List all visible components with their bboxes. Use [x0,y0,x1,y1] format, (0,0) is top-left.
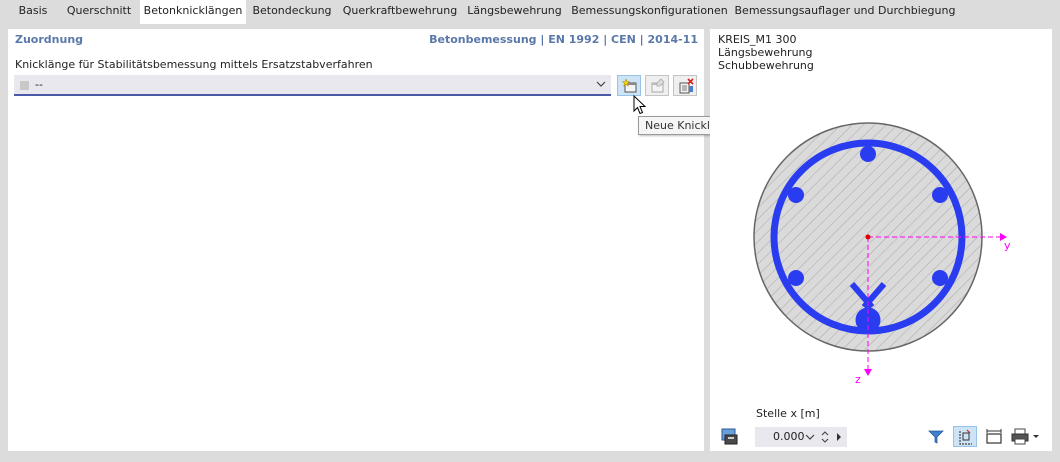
rebar-6 [788,187,804,203]
design-standard-label: Betonbemessung | EN 1992 | CEN | 2014-11 [429,33,698,46]
new-item-icon [621,78,637,93]
rebar-2 [932,187,948,203]
next-location-icon[interactable] [835,432,843,442]
color-swatch [20,81,29,90]
print-button[interactable] [1008,426,1044,447]
numbering-icon [959,429,972,445]
rebar-5 [788,270,804,286]
rebar-3 [932,270,948,286]
rebar-1 [860,146,876,162]
printer-icon [1011,428,1039,445]
assignment-panel: Zuordnung Betonbemessung | EN 1992 | CEN… [8,29,817,451]
chevron-down-icon[interactable] [805,432,815,442]
section-title: Zuordnung [15,33,84,46]
section-export-icon [721,428,738,445]
tab-betondeckung[interactable]: Betondeckung [246,0,338,22]
show-numbering-button[interactable] [953,426,977,447]
filter-button[interactable] [924,426,948,447]
spinner-icon[interactable] [821,429,829,445]
location-input[interactable]: 0.000 [755,427,847,447]
buckling-length-label: Knicklänge für Stabilitätsbemessung mitt… [15,58,373,71]
location-label: Stelle x [m] [756,407,820,420]
delete-buckling-length-button[interactable] [673,75,697,96]
tab-bar: Basis Querschnitt Betonknicklängen Beton… [0,0,1060,24]
tab-bemessungskonfigurationen[interactable]: Bemessungskonfigurationen [567,0,732,22]
y-axis-label: y [1004,239,1011,252]
tab-querkraftbewehrung[interactable]: Querkraftbewehrung [338,0,462,22]
filter-icon [928,430,944,444]
z-axis-arrow-icon [864,369,872,376]
mouse-cursor-icon [633,95,647,115]
tab-querschnitt[interactable]: Querschnitt [58,0,140,22]
dimensions-button[interactable] [982,426,1006,447]
delete-item-icon [679,78,694,94]
section-export-button[interactable] [718,426,742,447]
tab-basis[interactable]: Basis [8,0,58,22]
edit-buckling-length-button[interactable] [645,75,669,96]
chevron-down-icon[interactable] [595,78,607,90]
tab-bemessungsauflager[interactable]: Bemessungsauflager und Durchbiegung [732,0,958,22]
centroid-point [865,234,871,240]
z-axis-label: z [855,373,861,386]
tab-betonknicklaengen[interactable]: Betonknicklängen [140,0,246,24]
dimensions-icon [986,429,1002,444]
section-preview-panel: KREIS_M1 300 Längsbewehrung Schubbewehru… [710,29,1052,451]
location-value: 0.000 [773,430,805,443]
buckling-length-select[interactable]: -- [14,75,611,96]
new-buckling-length-button[interactable] [617,75,641,96]
buckling-length-value: -- [35,78,43,91]
cross-section-drawing: y z [753,122,1011,386]
edit-item-icon [651,78,665,93]
tab-laengsbewehrung[interactable]: Längsbewehrung [462,0,567,22]
